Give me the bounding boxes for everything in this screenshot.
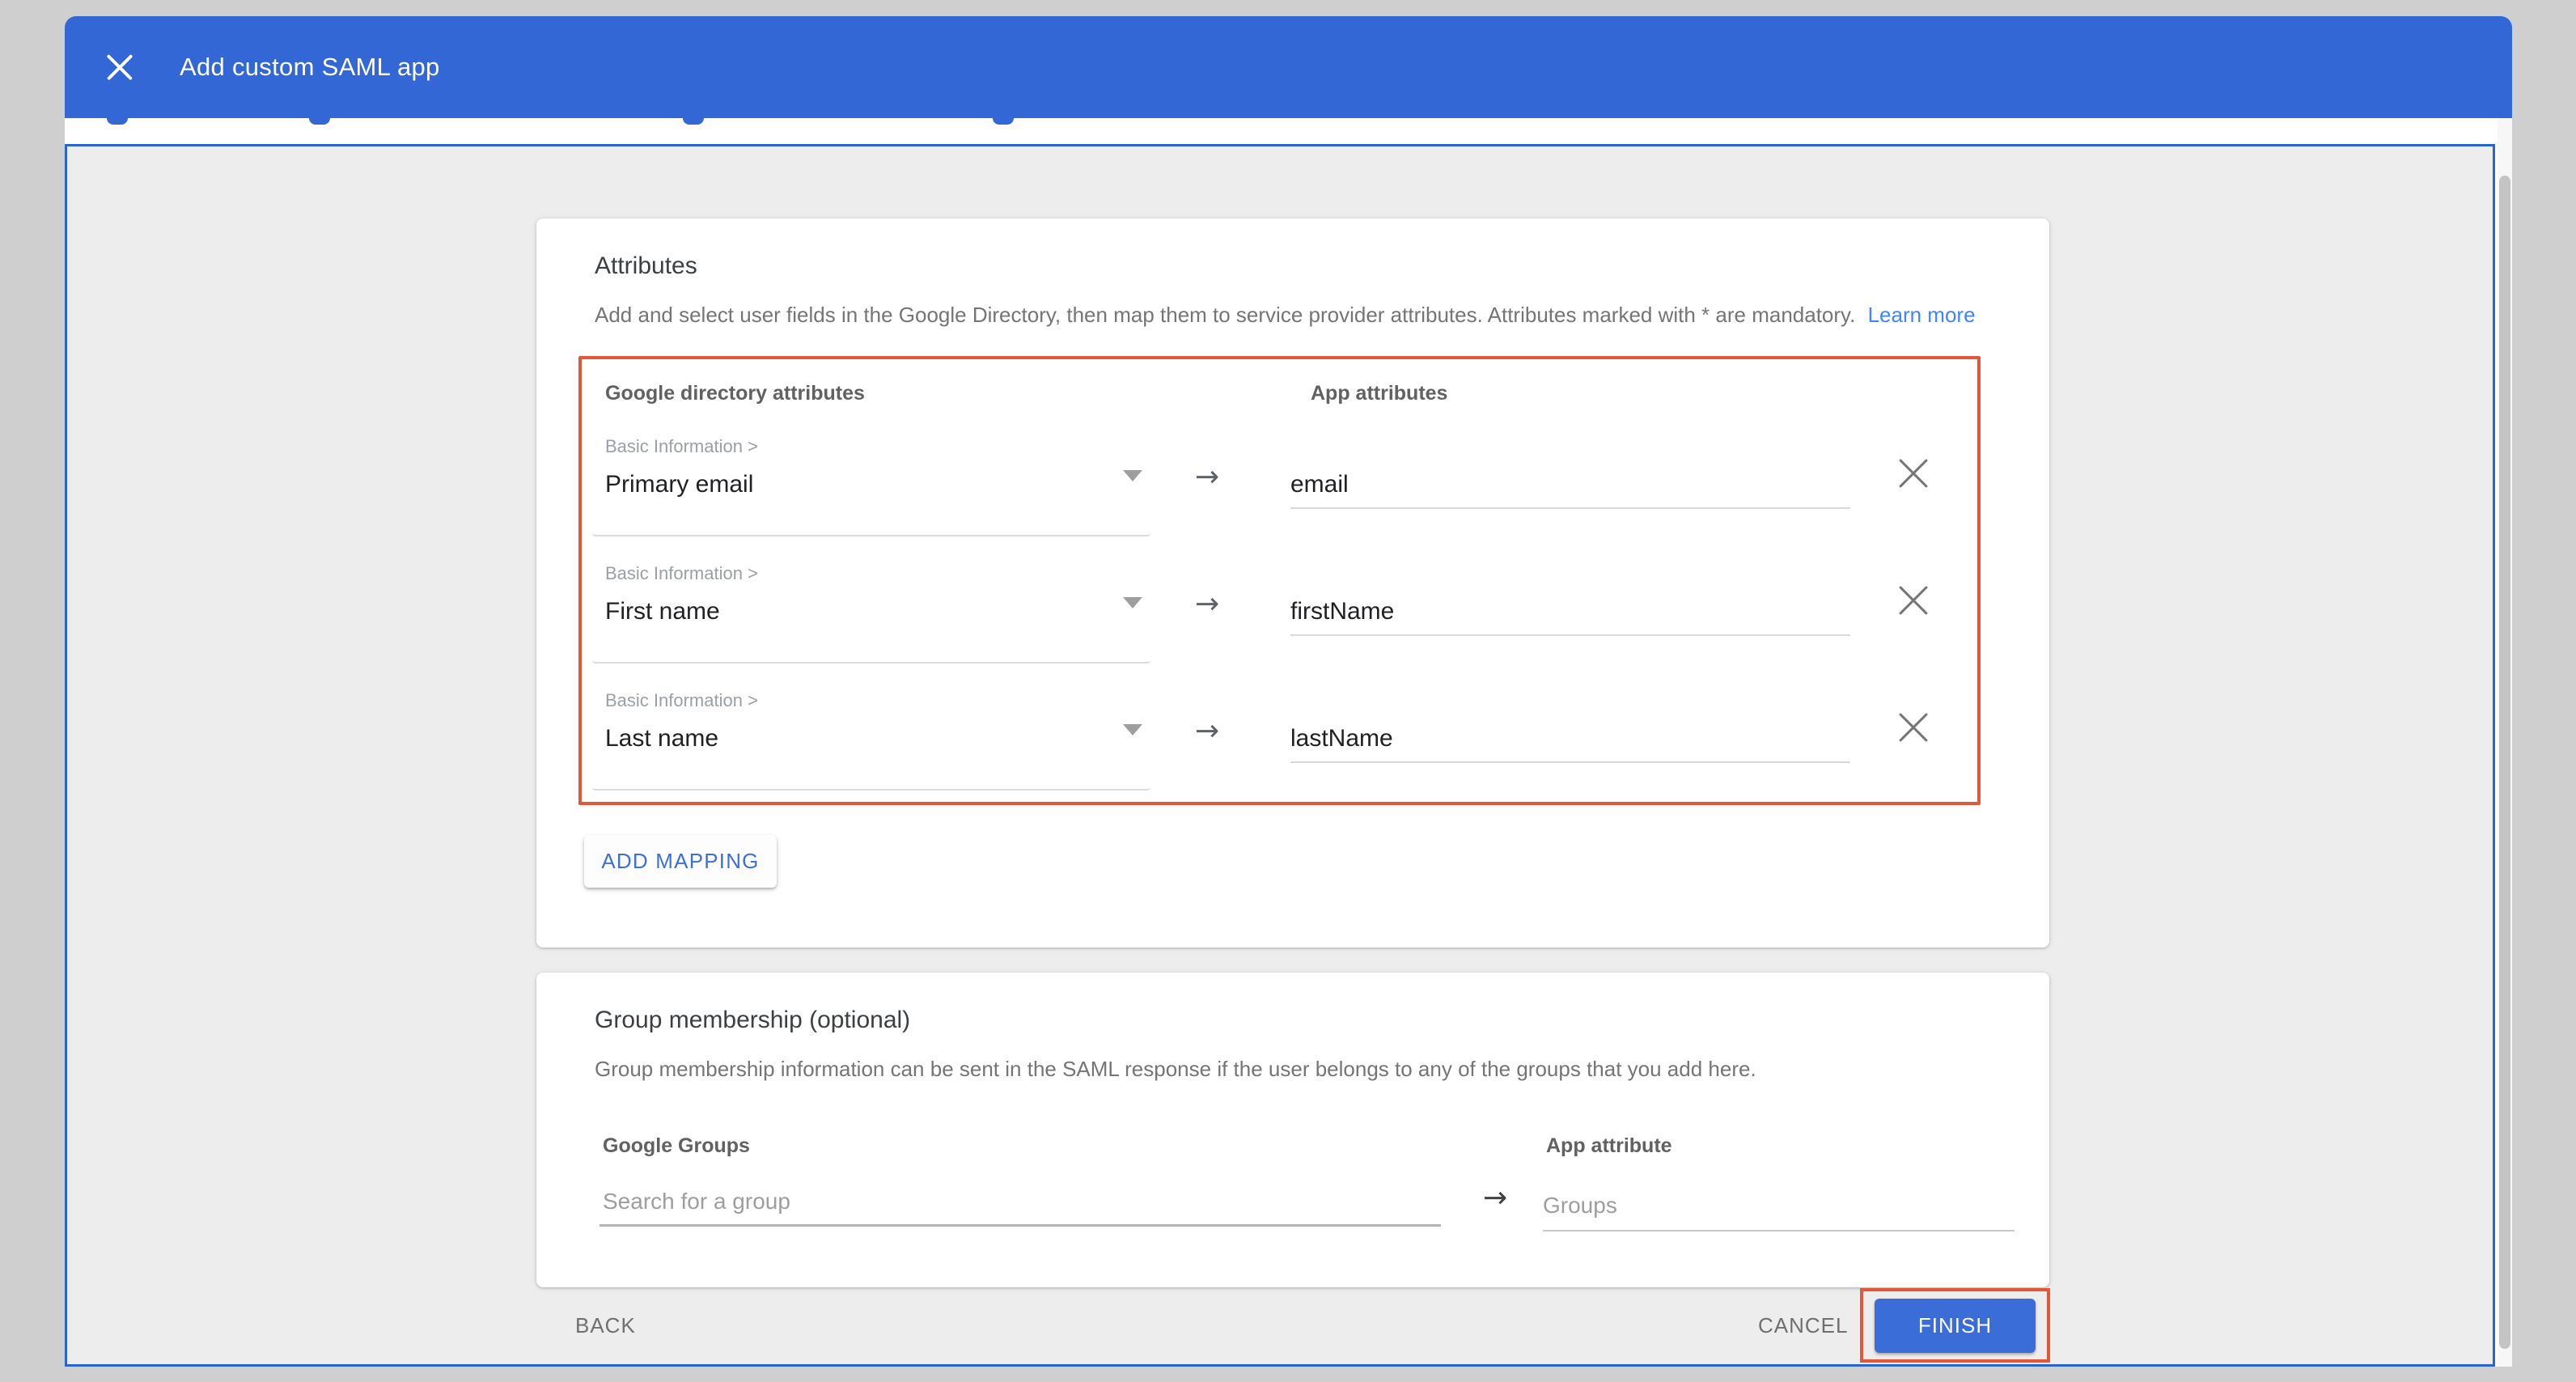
directory-attribute-value: Primary email <box>605 471 1150 498</box>
stepper-dot <box>993 118 1014 125</box>
mapping-row: Basic Information > First name → <box>582 562 1984 668</box>
directory-attribute-select[interactable]: Basic Information > First name <box>592 562 1150 663</box>
app-attribute-input[interactable] <box>1290 462 1850 509</box>
close-icon[interactable] <box>105 53 134 82</box>
mapping-arrow-icon: → <box>1195 714 1219 748</box>
learn-more-link[interactable]: Learn more <box>1868 303 1976 327</box>
directory-attribute-category: Basic Information > <box>605 436 1150 457</box>
dialog-title: Add custom SAML app <box>180 53 440 82</box>
dialog-header: Add custom SAML app <box>65 16 2512 118</box>
group-membership-title: Group membership (optional) <box>595 1007 910 1034</box>
finish-annotation-box: FINISH <box>1860 1288 2050 1363</box>
mapping-row: Basic Information > Last name → <box>582 689 1984 795</box>
app-attribute-input[interactable] <box>1290 716 1850 763</box>
attributes-description: Add and select user fields in the Google… <box>595 303 1976 328</box>
mapping-arrow-icon: → <box>1195 587 1219 621</box>
group-membership-card: Group membership (optional) Group member… <box>536 973 2049 1287</box>
scrollbar-thumb[interactable] <box>2499 176 2510 1349</box>
mapping-arrow-icon: → <box>1195 460 1219 494</box>
page-background: Add custom SAML app Attributes Add and s… <box>0 0 2576 1382</box>
cancel-button[interactable]: CANCEL <box>1758 1313 1848 1338</box>
dropdown-caret-icon <box>1123 470 1142 481</box>
dropdown-caret-icon <box>1123 724 1142 736</box>
group-membership-description: Group membership information can be sent… <box>595 1057 1756 1082</box>
directory-attribute-select[interactable]: Basic Information > Primary email <box>592 435 1150 536</box>
group-app-attribute-input[interactable] <box>1543 1181 2015 1232</box>
mapping-row: Basic Information > Primary email → <box>582 435 1984 541</box>
stepper-dot <box>309 118 330 125</box>
stepper-dot <box>107 118 128 125</box>
app-attribute-input[interactable] <box>1290 589 1850 636</box>
remove-mapping-icon[interactable] <box>1899 711 1928 744</box>
attributes-description-text: Add and select user fields in the Google… <box>595 303 1855 327</box>
directory-attributes-column-header: Google directory attributes <box>605 382 865 405</box>
group-mapping-arrow-icon: → <box>1483 1181 1507 1215</box>
remove-mapping-icon[interactable] <box>1899 584 1928 617</box>
add-mapping-button[interactable]: ADD MAPPING <box>584 835 777 888</box>
back-button[interactable]: BACK <box>575 1313 636 1338</box>
attributes-card: Attributes Add and select user fields in… <box>536 218 2049 947</box>
group-search-input[interactable] <box>600 1178 1441 1227</box>
dropdown-caret-icon <box>1123 597 1142 608</box>
stepper-dot <box>683 118 704 125</box>
directory-attribute-select[interactable]: Basic Information > Last name <box>592 689 1150 791</box>
google-groups-column-header: Google Groups <box>603 1134 750 1158</box>
scrollbar-track[interactable] <box>2498 118 2512 1367</box>
directory-attribute-category: Basic Information > <box>605 563 1150 584</box>
content-annotation-box: Attributes Add and select user fields in… <box>65 144 2495 1367</box>
attributes-title: Attributes <box>595 252 697 280</box>
directory-attribute-value: First name <box>605 598 1150 625</box>
remove-mapping-icon[interactable] <box>1899 457 1928 490</box>
finish-button[interactable]: FINISH <box>1875 1299 2036 1353</box>
app-attribute-column-header: App attribute <box>1546 1134 1672 1158</box>
directory-attribute-value: Last name <box>605 725 1150 752</box>
directory-attribute-category: Basic Information > <box>605 690 1150 711</box>
mapping-annotation-box: Google directory attributes App attribut… <box>578 356 1981 805</box>
app-attributes-column-header: App attributes <box>1311 382 1447 405</box>
